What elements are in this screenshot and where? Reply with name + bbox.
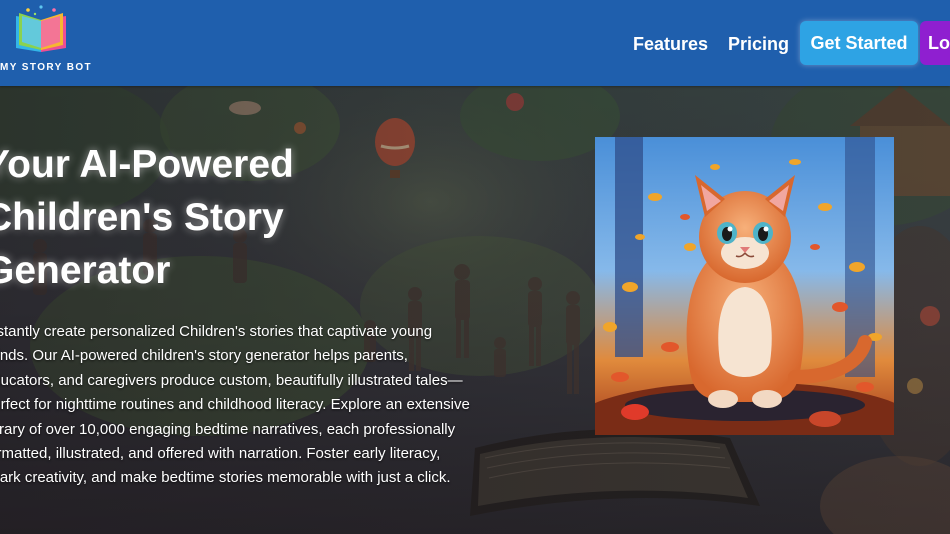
brand-logo[interactable]: MY STORY BOT bbox=[0, 0, 100, 86]
hero-description: Instantly create personalized Children's… bbox=[0, 323, 470, 487]
hero-section: Your AI-Powered Children's Story Generat… bbox=[0, 86, 950, 534]
login-button[interactable]: Login bbox=[920, 21, 950, 65]
open-book-icon bbox=[16, 5, 66, 52]
nav-pricing-link[interactable]: Pricing bbox=[728, 34, 789, 55]
orange-kitten-illustration bbox=[595, 137, 894, 435]
nav-features-link[interactable]: Features bbox=[633, 34, 708, 55]
top-navbar: MY STORY BOT Features Pricing Get Starte… bbox=[0, 0, 950, 86]
hero-title: Your AI-Powered Children's Story Generat… bbox=[0, 143, 294, 292]
get-started-button[interactable]: Get Started bbox=[800, 21, 918, 65]
logo-text: MY STORY BOT bbox=[0, 62, 93, 73]
